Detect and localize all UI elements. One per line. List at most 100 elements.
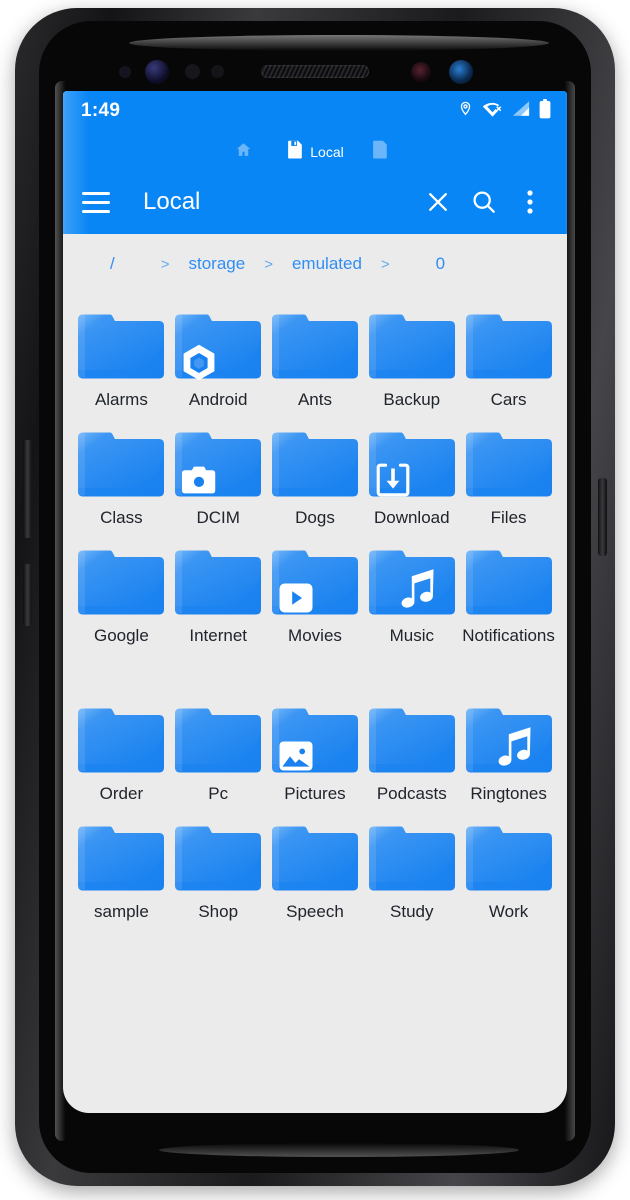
folder-label: Pictures: [284, 784, 346, 804]
location-pin-icon: [458, 99, 473, 123]
breadcrumb-segment-emulated[interactable]: emulated: [289, 254, 365, 274]
earpiece-speaker: [261, 65, 369, 78]
folder-label: Alarms: [94, 390, 148, 409]
download-icon: [376, 463, 410, 497]
hamburger-menu-icon[interactable]: [79, 185, 113, 219]
folder-item[interactable]: Class: [73, 418, 170, 528]
folder-icon: [77, 702, 165, 774]
assistant-button[interactable]: [23, 564, 32, 626]
folder-icon: [465, 820, 553, 892]
folder-label: Work: [488, 902, 529, 922]
folder-item[interactable]: Pictures: [267, 694, 364, 804]
cell-signal-icon: [512, 100, 530, 122]
folder-icon: [271, 308, 359, 380]
app-bar: 1:49 Local Local: [63, 91, 567, 234]
folder-label: Internet: [189, 626, 248, 646]
folder-label: Files: [490, 508, 527, 528]
folder-item[interactable]: Study: [363, 812, 460, 922]
wifi-off-icon: [482, 100, 503, 122]
folder-item[interactable]: Download: [363, 418, 460, 528]
folder-icon: [465, 544, 553, 616]
breadcrumb-segment-0[interactable]: 0: [406, 254, 448, 274]
folder-item[interactable]: Internet: [170, 536, 267, 686]
front-camera-icon: [411, 62, 431, 82]
folder-icon: [77, 308, 165, 380]
folder-item[interactable]: Ringtones: [460, 694, 557, 804]
home-icon: [235, 141, 252, 163]
folder-item[interactable]: sample: [73, 812, 170, 922]
folder-item[interactable]: Alarms: [73, 300, 170, 410]
tab-local-label: Local: [310, 144, 344, 160]
folder-item[interactable]: Files: [460, 418, 557, 528]
folder-icon: [368, 544, 456, 616]
folder-icon: [174, 308, 262, 380]
folder-item[interactable]: Shop: [170, 812, 267, 922]
tab-home[interactable]: [221, 135, 273, 169]
hexagon-icon: [182, 344, 216, 380]
breadcrumb-separator: >: [160, 255, 170, 273]
folder-item[interactable]: Google: [73, 536, 170, 686]
folder-item[interactable]: Pc: [170, 694, 267, 804]
folder-icon: [465, 426, 553, 498]
folder-item[interactable]: Android: [170, 300, 267, 410]
tab-strip[interactable]: Local: [63, 135, 567, 169]
breadcrumb-root[interactable]: /: [107, 254, 145, 274]
more-vert-icon[interactable]: [507, 179, 553, 225]
folder-label: Study: [390, 902, 434, 922]
folder-icon: [271, 702, 359, 774]
folder-label: Ringtones: [470, 784, 547, 804]
tab-sdcard[interactable]: [358, 135, 409, 169]
front-camera-secondary-icon: [449, 60, 473, 84]
search-icon[interactable]: [461, 179, 507, 225]
folder-icon: [368, 426, 456, 498]
folder-item[interactable]: Cars: [460, 300, 557, 410]
folder-item[interactable]: Dogs: [267, 418, 364, 528]
breadcrumb-segment-storage[interactable]: storage: [186, 254, 249, 274]
folder-label: Dogs: [295, 508, 335, 528]
folder-item[interactable]: Notifications: [460, 536, 557, 686]
folder-icon: [174, 820, 262, 892]
folder-label: Google: [93, 626, 149, 646]
folder-label: Shop: [198, 902, 239, 922]
folder-label: Class: [100, 508, 143, 528]
breadcrumb-separator: >: [264, 255, 273, 273]
folder-item[interactable]: Movies: [267, 536, 364, 686]
sensor-cluster: [39, 57, 591, 87]
folder-label: Download: [373, 508, 450, 528]
music-note-icon: [398, 568, 438, 612]
folder-item[interactable]: Speech: [267, 812, 364, 922]
phone-bezel: 1:49 Local Local / > storage > emulated …: [39, 21, 591, 1173]
folder-item[interactable]: Ants: [267, 300, 364, 410]
folder-icon: [174, 544, 262, 616]
folder-label: Music: [389, 626, 434, 646]
folder-icon: [271, 544, 359, 616]
folder-item[interactable]: Podcasts: [363, 694, 460, 804]
power-button[interactable]: [598, 478, 607, 556]
iris-scanner-icon: [145, 60, 169, 84]
folder-icon: [77, 820, 165, 892]
folder-item[interactable]: Backup: [363, 300, 460, 410]
folder-label: Notifications: [462, 626, 555, 646]
folder-label: Ants: [297, 390, 332, 409]
close-icon[interactable]: [415, 179, 461, 225]
volume-button[interactable]: [23, 440, 32, 538]
folder-icon: [271, 820, 359, 892]
folder-label: Cars: [490, 390, 527, 409]
phone-screen: 1:49 Local Local / > storage > emulated …: [63, 91, 567, 1113]
folder-item[interactable]: Music: [363, 536, 460, 686]
folder-icon: [368, 308, 456, 380]
image-icon: [279, 739, 313, 773]
frame-gloss-bottom: [159, 1143, 519, 1157]
status-time: 1:49: [81, 100, 121, 121]
storage-icon: [287, 140, 303, 164]
tab-local[interactable]: Local: [273, 135, 357, 169]
page-title: Local: [143, 188, 201, 215]
folder-icon: [271, 426, 359, 498]
folder-item[interactable]: Order: [73, 694, 170, 804]
folder-item[interactable]: Work: [460, 812, 557, 922]
folder-item[interactable]: DCIM: [170, 418, 267, 528]
breadcrumb[interactable]: / > storage > emulated > 0: [63, 234, 567, 294]
light-sensor-icon: [211, 65, 224, 78]
folder-icon: [77, 426, 165, 498]
folder-icon: [465, 702, 553, 774]
